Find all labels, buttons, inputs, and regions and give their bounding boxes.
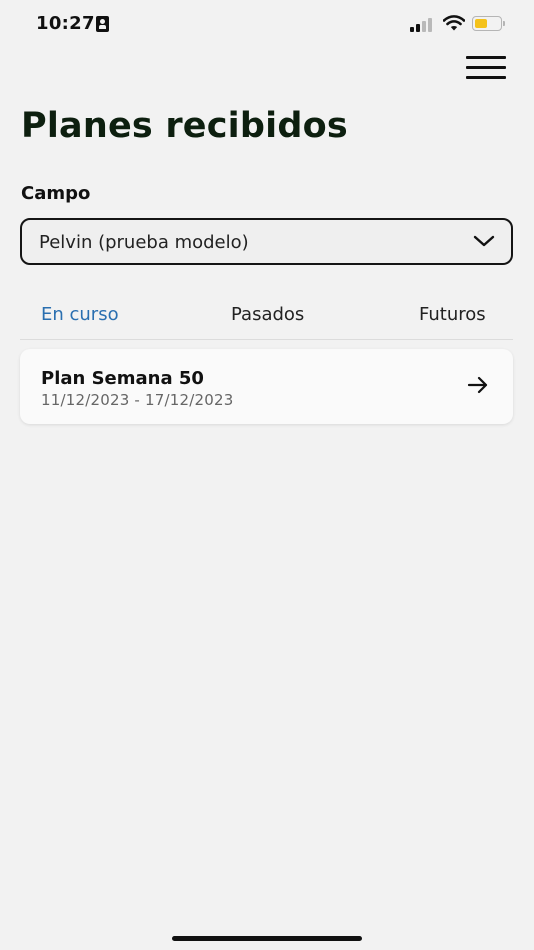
wifi-icon [443, 15, 465, 31]
tab-bar: En curso Pasados Futuros [20, 300, 513, 340]
chevron-down-icon [473, 235, 495, 247]
cellular-signal-icon [410, 16, 434, 32]
app-screen: 10:27 Planes recibidos Campo Pelvin (pru… [0, 0, 534, 950]
tab-futuros[interactable]: Futuros [419, 304, 486, 325]
field-select[interactable]: Pelvin (prueba modelo) [20, 218, 513, 265]
tab-pasados[interactable]: Pasados [231, 304, 304, 325]
tab-en-curso[interactable]: En curso [41, 304, 119, 325]
battery-level [475, 19, 487, 28]
status-bar: 10:27 [0, 0, 534, 48]
field-label: Campo [21, 183, 91, 204]
field-select-value: Pelvin (prueba modelo) [39, 232, 249, 253]
arrow-right-icon [467, 376, 488, 394]
battery-icon [472, 16, 505, 31]
plan-title: Plan Semana 50 [41, 368, 204, 389]
contact-card-icon [96, 16, 109, 32]
home-indicator [172, 936, 362, 941]
hamburger-menu-icon[interactable] [466, 56, 508, 82]
plan-dates: 11/12/2023 - 17/12/2023 [41, 391, 234, 409]
page-title: Planes recibidos [21, 106, 348, 146]
status-time: 10:27 [36, 13, 95, 34]
plan-card[interactable]: Plan Semana 50 11/12/2023 - 17/12/2023 [20, 349, 513, 424]
